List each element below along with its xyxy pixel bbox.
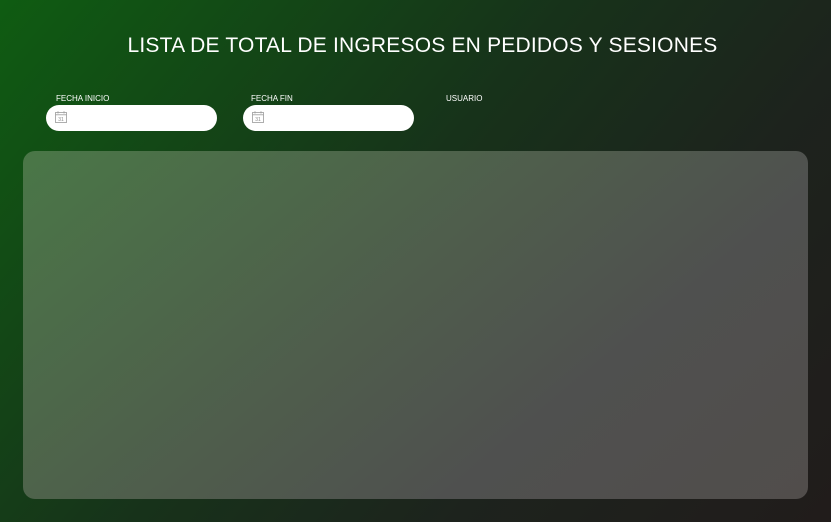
end-date-input[interactable]: 31 (243, 105, 414, 131)
page-title: LISTA DE TOTAL DE INGRESOS EN PEDIDOS Y … (127, 34, 718, 57)
start-date-label: FECHA INICIO (56, 94, 110, 103)
calendar-day-text: 31 (58, 117, 64, 123)
end-date-label: FECHA FIN (251, 94, 293, 103)
results-panel (23, 151, 808, 499)
calendar-icon[interactable]: 31 (252, 111, 264, 123)
calendar-icon[interactable]: 31 (55, 111, 67, 123)
start-date-input[interactable]: 31 (46, 105, 217, 131)
calendar-day-text: 31 (255, 117, 261, 123)
user-label: USUARIO (446, 94, 483, 103)
